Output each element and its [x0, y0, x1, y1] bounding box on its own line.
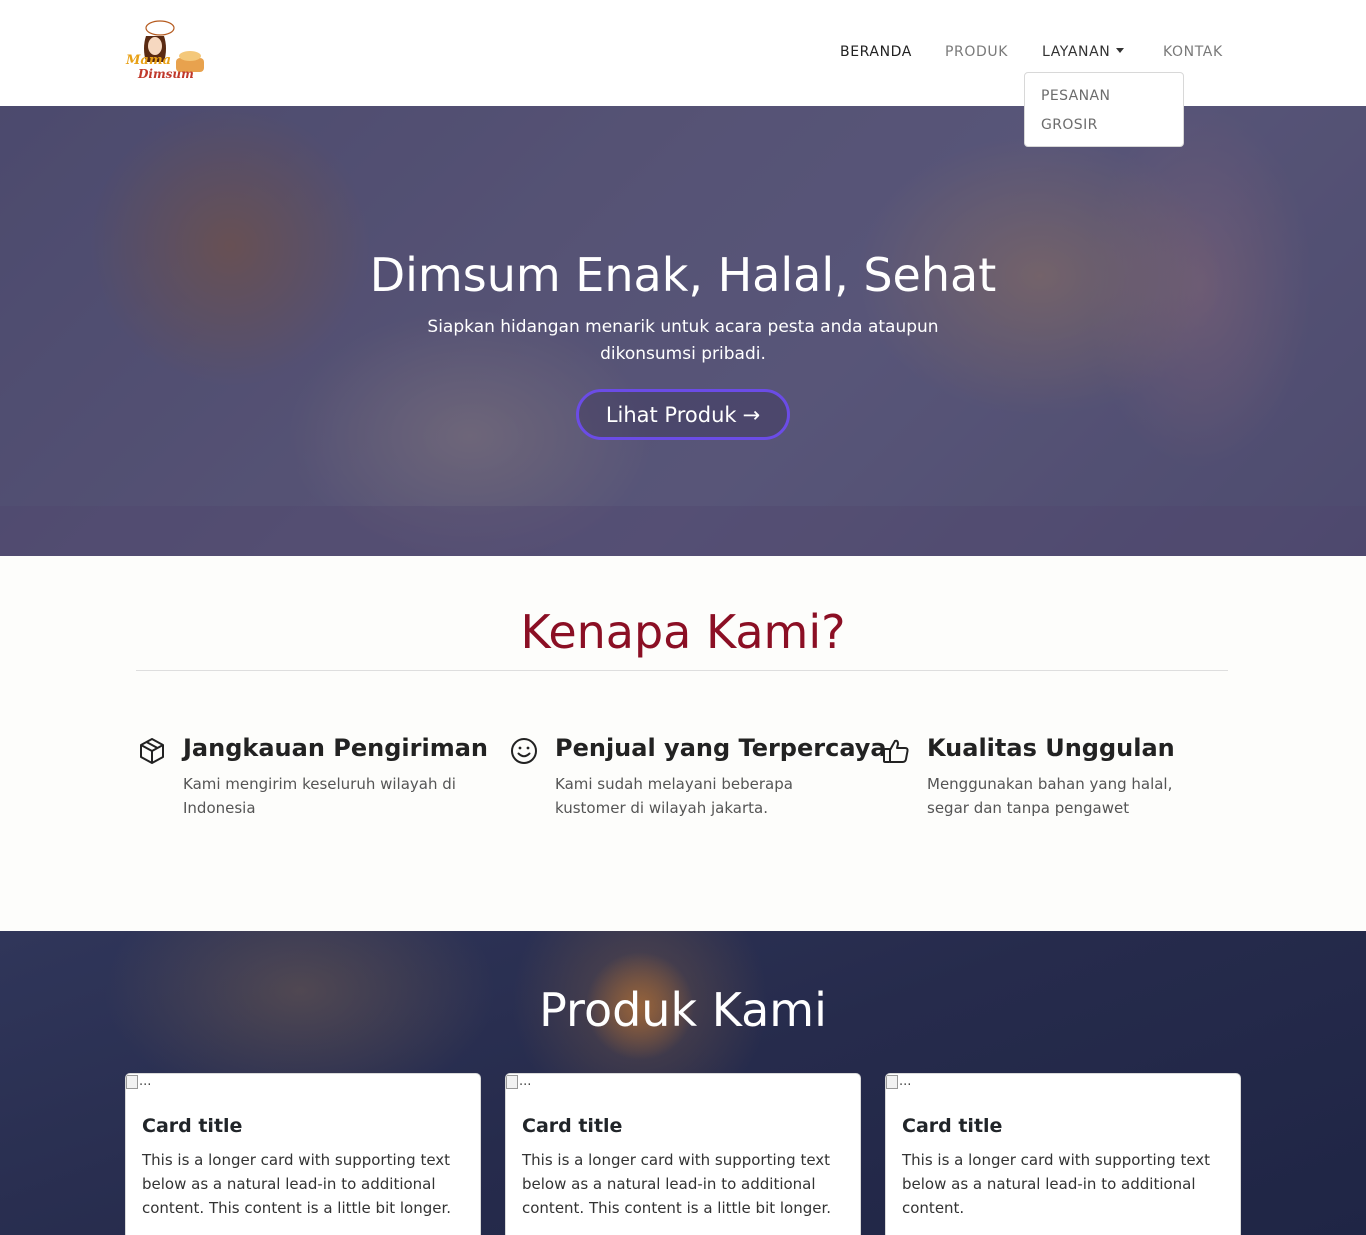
card-image-alt: ... — [519, 1074, 532, 1089]
nav-layanan-label: LAYANAN — [1042, 44, 1111, 60]
arrow-right-icon: → — [742, 402, 761, 427]
card-title: Card title — [522, 1115, 623, 1137]
feature-text: Kami sudah melayani beberapa kustomer di… — [555, 775, 793, 817]
card-image-broken: ... — [886, 1074, 911, 1089]
card-image-alt: ... — [139, 1074, 152, 1089]
nav-layanan[interactable]: LAYANAN — [1042, 44, 1125, 60]
feature-title: Kualitas Unggulan — [927, 734, 1175, 762]
card-title: Card title — [142, 1115, 243, 1137]
dropdown-item-pesanan[interactable]: PESANAN — [1041, 88, 1110, 104]
card-text: This is a longer card with supporting te… — [142, 1151, 452, 1217]
card-title: Card title — [902, 1115, 1003, 1137]
hero-bottom-band — [0, 506, 1366, 556]
why-divider — [136, 670, 1228, 671]
broken-image-icon — [886, 1074, 898, 1089]
feature-title: Jangkauan Pengiriman — [183, 734, 488, 762]
lihat-produk-button[interactable]: Lihat Produk → — [576, 389, 790, 440]
product-card[interactable]: ... Card title This is a longer card wit… — [885, 1073, 1241, 1235]
card-image-broken: ... — [506, 1074, 531, 1089]
nav-beranda[interactable]: BERANDA — [840, 44, 912, 60]
thumbs-up-icon — [883, 739, 909, 763]
logo-text-1: Mama — [125, 53, 171, 68]
smile-icon — [511, 738, 537, 764]
logo-image: Mama Dimsum — [125, 20, 204, 81]
brand-logo[interactable]: Mama Dimsum — [124, 18, 206, 86]
feature-title: Penjual yang Terpercaya — [555, 734, 887, 762]
caret-down-icon — [1116, 48, 1125, 53]
feature-text: Menggunakan bahan yang halal, segar dan … — [927, 775, 1173, 817]
layanan-dropdown-menu: PESANAN GROSIR — [1024, 72, 1184, 147]
nav-kontak[interactable]: KONTAK — [1163, 44, 1223, 60]
card-text: This is a longer card with supporting te… — [902, 1151, 1211, 1217]
logo-text-2: Dimsum — [137, 67, 194, 81]
nav-produk[interactable]: PRODUK — [945, 44, 1008, 60]
feature-text: Kami mengirim keseluruh wilayah di Indon… — [183, 775, 456, 817]
broken-image-icon — [506, 1074, 518, 1089]
card-text: This is a longer card with supporting te… — [522, 1151, 832, 1217]
hero-section: Dimsum Enak, Halal, Sehat Siapkan hidang… — [0, 106, 1366, 556]
product-card[interactable]: ... Card title This is a longer card wit… — [505, 1073, 861, 1235]
card-image-broken: ... — [126, 1074, 151, 1089]
broken-image-icon — [126, 1074, 138, 1089]
products-section: Produk Kami ... Card title This is a lon… — [0, 931, 1366, 1235]
product-card[interactable]: ... Card title This is a longer card wit… — [125, 1073, 481, 1235]
card-image-alt: ... — [899, 1074, 912, 1089]
dropdown-item-grosir[interactable]: GROSIR — [1041, 117, 1098, 133]
why-section-title: Kenapa Kami? — [520, 605, 846, 659]
products-section-title: Produk Kami — [539, 983, 827, 1037]
box-icon — [140, 738, 164, 764]
hero-title: Dimsum Enak, Halal, Sehat — [369, 248, 997, 302]
lihat-produk-label: Lihat Produk — [605, 402, 737, 427]
hero-subtitle: Siapkan hidangan menarik untuk acara pes… — [427, 317, 939, 364]
